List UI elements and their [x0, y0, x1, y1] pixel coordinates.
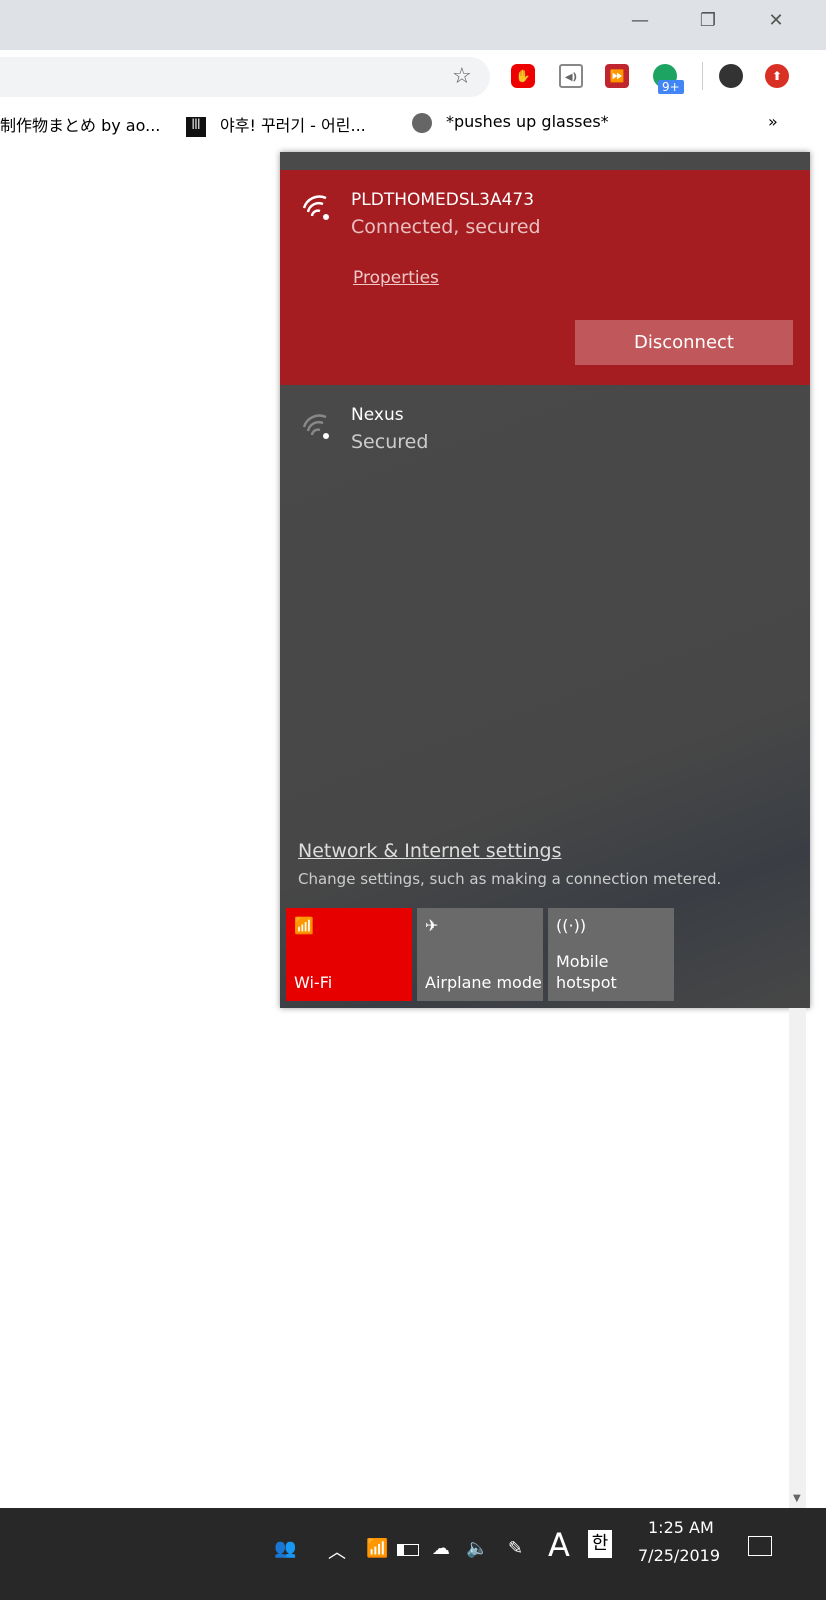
profile-avatar[interactable] — [719, 64, 743, 88]
fastforward-extension-icon[interactable]: ⏩ — [605, 64, 629, 88]
address-bar[interactable] — [0, 57, 490, 97]
bookmark-label: 制作物まとめ by ao... — [0, 116, 161, 135]
network-ssid: PLDTHOMEDSL3A473 — [351, 190, 535, 210]
network-item[interactable]: Nexus Secured — [280, 385, 810, 475]
bookmark-label: 야후! 꾸러기 - 어린... — [220, 116, 366, 135]
bookmark-item[interactable]: Ⅲ 야후! 꾸러기 - 어린... — [186, 112, 366, 137]
bookmark-star-icon[interactable]: ☆ — [452, 64, 472, 89]
properties-link[interactable]: Properties — [353, 268, 439, 288]
input-mode-indicator[interactable]: A — [548, 1526, 570, 1564]
network-ssid: Nexus — [351, 405, 404, 425]
action-center-icon[interactable] — [748, 1536, 772, 1556]
bookmark-label: *pushes up glasses* — [446, 112, 609, 131]
show-hidden-icons-icon[interactable]: ︿ — [328, 1538, 346, 1564]
pen-icon[interactable]: ✎ — [508, 1538, 523, 1559]
extension-badge: 9+ — [658, 80, 684, 94]
battery-icon[interactable] — [397, 1544, 419, 1556]
restore-button[interactable]: ❐ — [688, 8, 728, 34]
network-status: Connected, secured — [351, 216, 541, 238]
connected-network[interactable]: PLDTHOMEDSL3A473 Connected, secured Prop… — [280, 170, 810, 385]
clock-date[interactable]: 7/25/2019 — [638, 1546, 720, 1565]
mobile-hotspot-toggle[interactable]: ((·)) Mobile hotspot — [548, 908, 674, 1001]
wifi-icon[interactable]: 📶 — [366, 1538, 388, 1559]
page-scrollbar[interactable]: ▼ — [789, 1008, 806, 1508]
close-button[interactable]: ✕ — [756, 8, 796, 34]
update-icon[interactable]: ⬆ — [765, 64, 789, 88]
bookmark-item[interactable]: 制作物まとめ by ao... — [0, 112, 160, 136]
network-settings-description: Change settings, such as making a connec… — [298, 870, 722, 888]
ime-indicator[interactable]: 한 — [588, 1530, 612, 1558]
globe-icon — [412, 112, 432, 133]
hotspot-icon: ((·)) — [556, 916, 587, 935]
onedrive-warning-icon[interactable]: ☁ — [432, 1538, 450, 1559]
taskbar: 👥 ︿ 📶 ☁ 🔈 ✎ A 한 1:25 AM 7/25/2019 — [0, 1508, 826, 1600]
wifi-icon: 📶 — [294, 916, 314, 935]
network-settings-link[interactable]: Network & Internet settings — [298, 840, 561, 862]
disconnect-button[interactable]: Disconnect — [575, 320, 793, 365]
airplane-mode-toggle[interactable]: ✈ Airplane mode — [417, 908, 543, 1001]
bookmarks-overflow-button[interactable]: » — [768, 112, 778, 131]
tv-extension-icon[interactable]: ◀) — [559, 64, 583, 88]
airplane-icon: ✈ — [425, 916, 439, 935]
wifi-icon — [302, 414, 329, 439]
volume-icon[interactable]: 🔈 — [466, 1538, 488, 1559]
wifi-icon — [302, 195, 329, 220]
minimize-button[interactable]: — — [620, 8, 660, 34]
bookmark-item[interactable]: *pushes up glasses* — [412, 112, 609, 133]
toolbar-divider — [702, 62, 703, 90]
bookmark-favicon-icon: Ⅲ — [186, 116, 206, 137]
tile-label: Wi-Fi — [294, 973, 333, 992]
tile-label: Mobile hotspot — [556, 952, 617, 992]
network-flyout: PLDTHOMEDSL3A473 Connected, secured Prop… — [280, 152, 810, 1008]
people-icon[interactable]: 👥 — [274, 1538, 296, 1559]
adblock-extension-icon[interactable]: ✋ — [511, 64, 535, 88]
tile-label: Airplane mode — [425, 973, 542, 992]
network-status: Secured — [351, 431, 429, 453]
wifi-toggle[interactable]: 📶 Wi-Fi — [286, 908, 412, 1001]
clock-time[interactable]: 1:25 AM — [648, 1518, 714, 1537]
